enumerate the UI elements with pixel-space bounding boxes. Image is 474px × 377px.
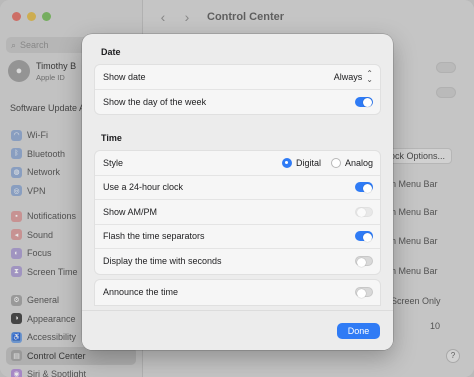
time-option-row: Use a 24-hour clock (95, 176, 380, 200)
time-option-row: Flash the time separators (95, 225, 380, 249)
announce-row: Announce the time (95, 280, 380, 305)
style-analog-radio[interactable]: Analog (330, 157, 373, 168)
announce-label: Announce the time (103, 287, 179, 298)
radio-indicator (281, 157, 292, 168)
style-row: Style Digital Analog (95, 151, 380, 176)
date-group: Show date Always ⌃ ⌄ Show the day of the … (94, 64, 381, 115)
am-pm-toggle[interactable] (355, 206, 373, 218)
time-option-row: Show AM/PM (95, 200, 380, 225)
time-section-title: Time (101, 133, 122, 143)
announce-group: Announce the time (94, 279, 381, 306)
day-of-week-label: Show the day of the week (103, 96, 207, 107)
show-date-value: Always (333, 71, 363, 82)
sheet-footer: Done (82, 310, 393, 350)
day-of-week-toggle[interactable] (355, 96, 373, 108)
time-option-label: Flash the time separators (103, 231, 205, 242)
chevron-updown-icon: ⌃ ⌄ (366, 69, 373, 84)
seconds-toggle[interactable] (355, 256, 373, 267)
time-group: Style Digital Analog Use a 24-hour clock… (94, 150, 381, 275)
done-button[interactable]: Done (337, 323, 380, 339)
clock-options-sheet: Date Show date Always ⌃ ⌄ Show the day of… (82, 34, 393, 350)
time-option-label: Display the time with seconds (103, 256, 222, 267)
style-analog-label: Analog (344, 157, 373, 168)
radio-indicator (330, 157, 341, 168)
date-section-title: Date (101, 47, 121, 57)
day-of-week-row: Show the day of the week (95, 90, 380, 115)
time-option-label: Show AM/PM (103, 206, 158, 217)
time-option-row: Display the time with seconds (95, 249, 380, 274)
time-option-label: Use a 24-hour clock (103, 182, 184, 193)
flash-separators-toggle[interactable] (355, 231, 373, 242)
announce-toggle[interactable] (355, 287, 373, 298)
show-date-row: Show date Always ⌃ ⌄ (95, 65, 380, 90)
style-label: Style (103, 157, 124, 168)
24-hour-toggle[interactable] (355, 182, 373, 193)
show-date-popup[interactable]: Always ⌃ ⌄ (333, 69, 373, 84)
style-digital-radio[interactable]: Digital (281, 157, 321, 168)
style-digital-label: Digital (295, 157, 321, 168)
show-date-label: Show date (103, 71, 146, 82)
style-radio-group: Digital Analog (281, 157, 373, 168)
